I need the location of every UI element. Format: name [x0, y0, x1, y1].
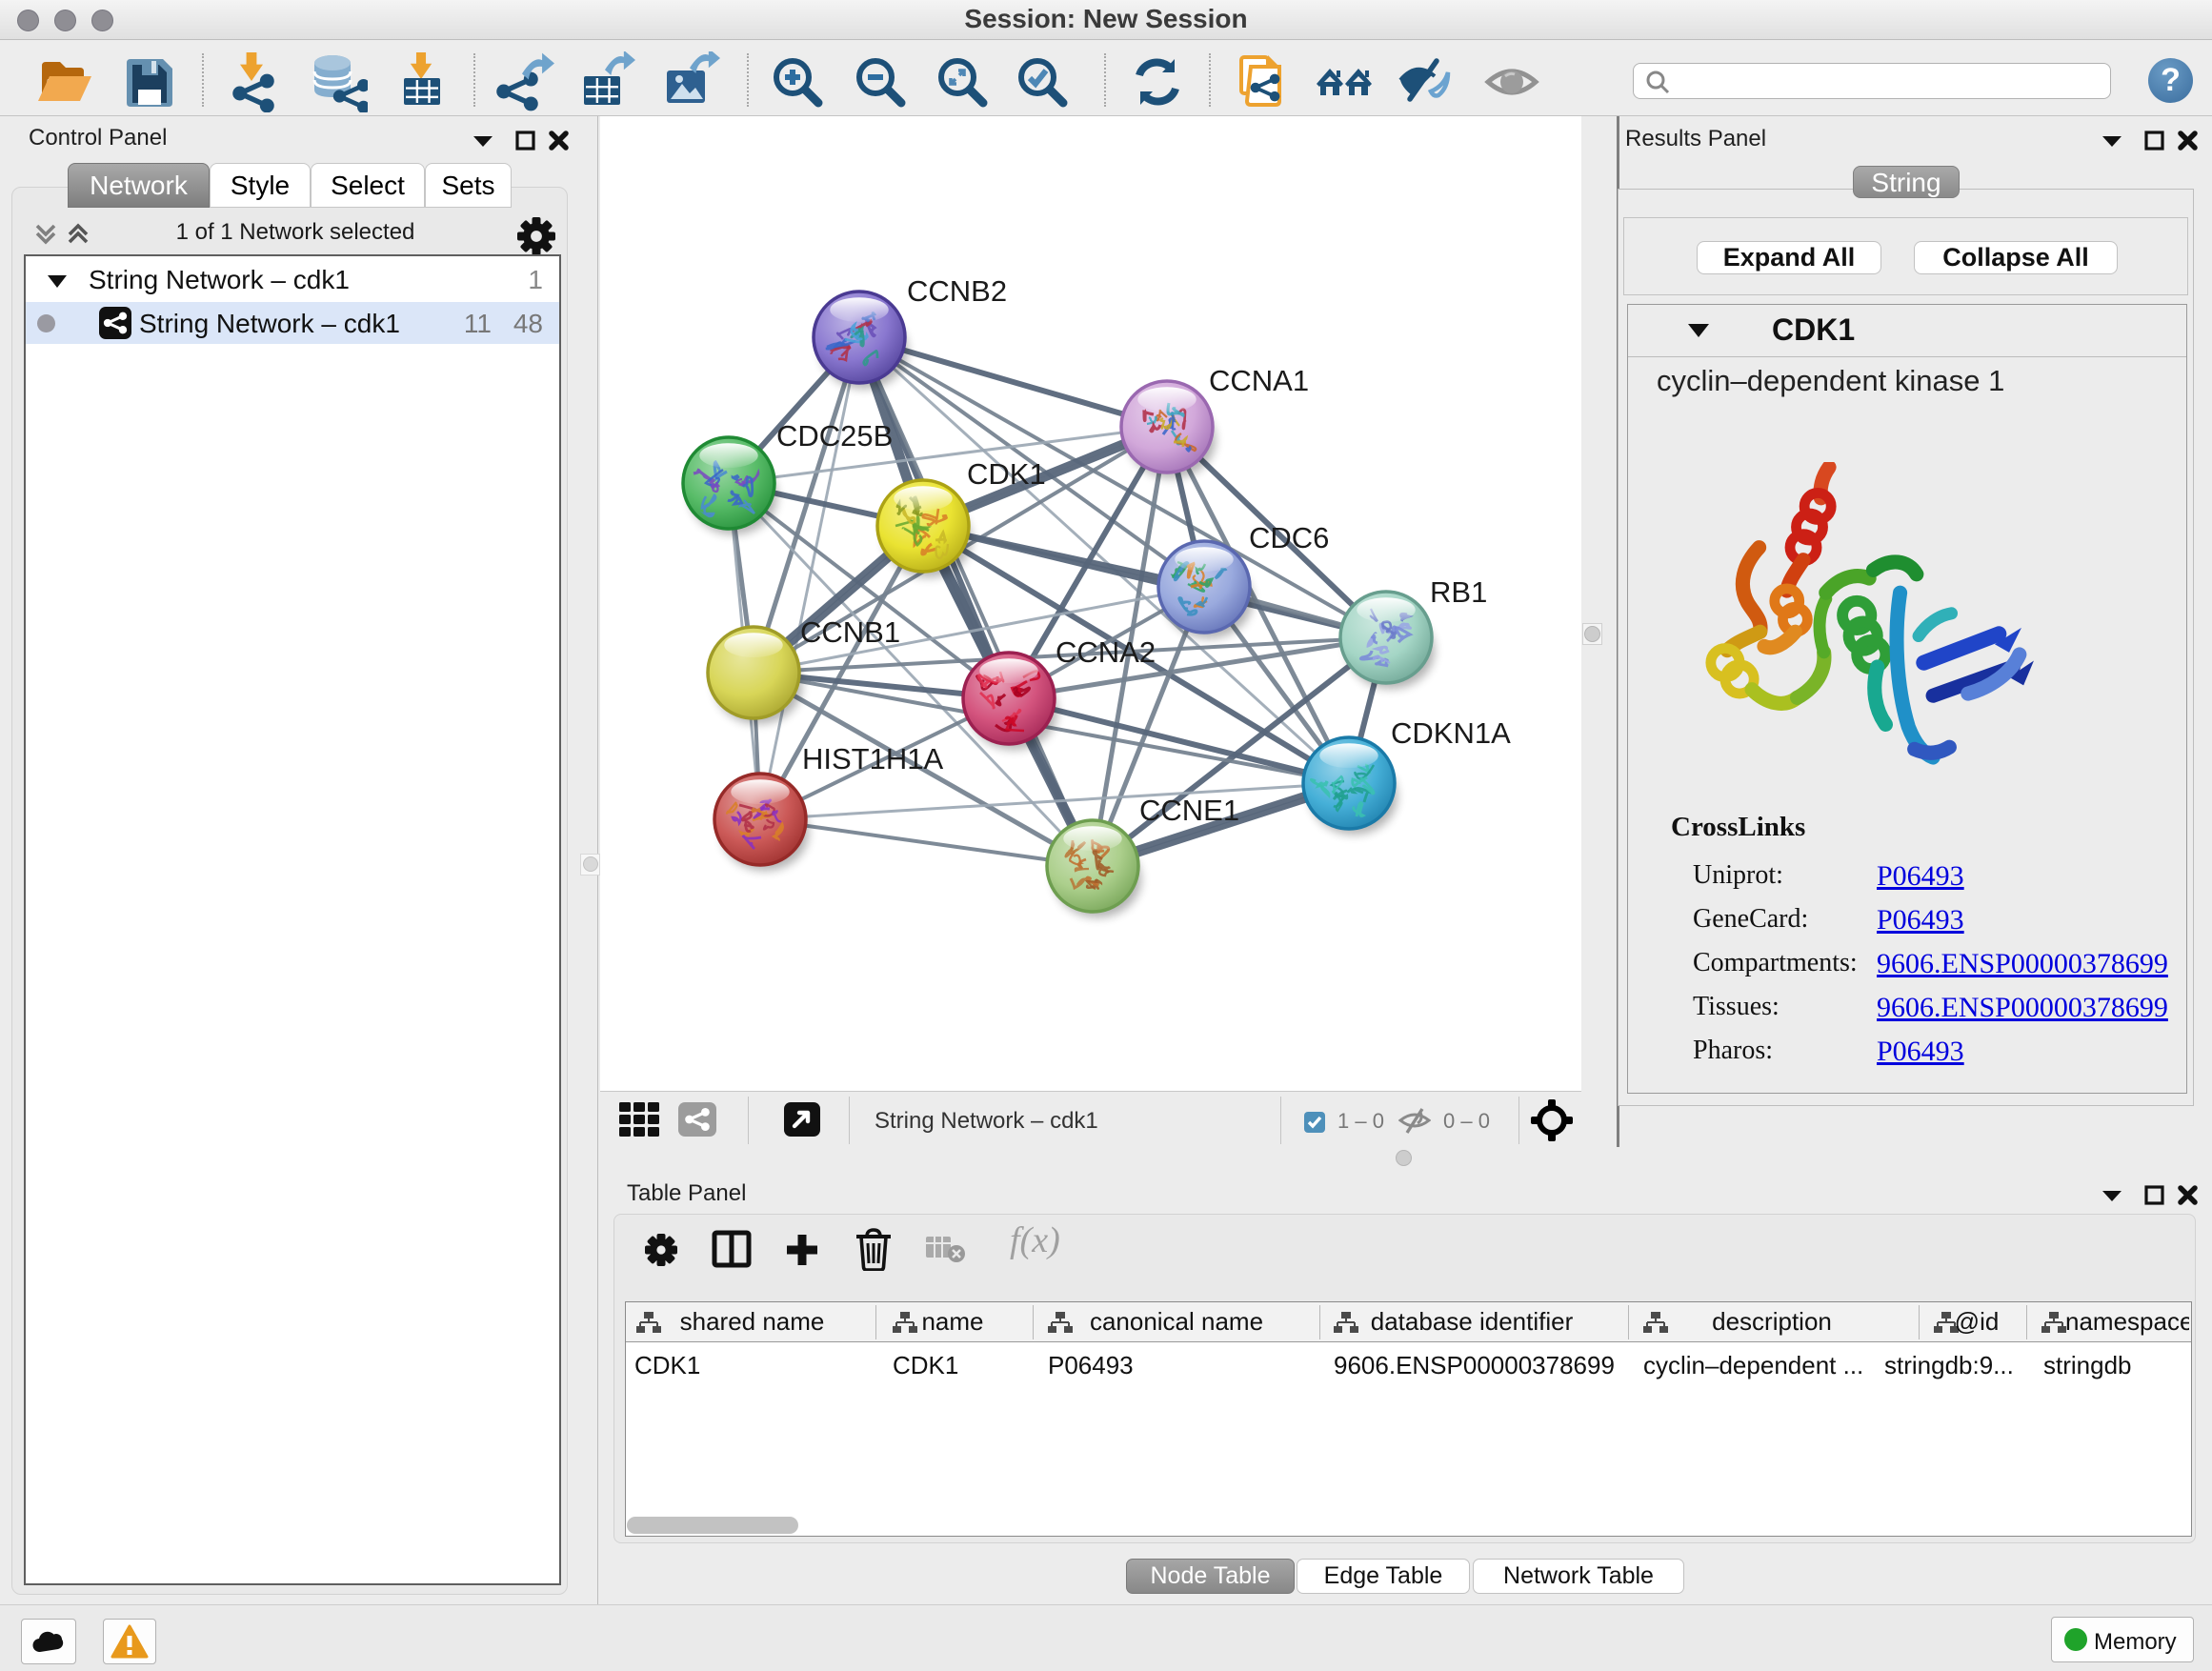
svg-text:CDKN1A: CDKN1A	[1391, 716, 1511, 750]
svg-text:CDC6: CDC6	[1249, 521, 1329, 554]
svg-text:CCNA2: CCNA2	[1056, 635, 1156, 669]
svg-text:CCNE1: CCNE1	[1139, 794, 1239, 827]
svg-text:HIST1H1A: HIST1H1A	[802, 742, 943, 775]
svg-text:CDC25B: CDC25B	[776, 419, 893, 453]
svg-text:CCNB2: CCNB2	[907, 274, 1007, 308]
svg-text:CCNA1: CCNA1	[1209, 364, 1309, 397]
svg-text:CCNB1: CCNB1	[800, 615, 900, 649]
svg-text:RB1: RB1	[1430, 575, 1487, 609]
svg-text:CDK1: CDK1	[967, 457, 1046, 491]
